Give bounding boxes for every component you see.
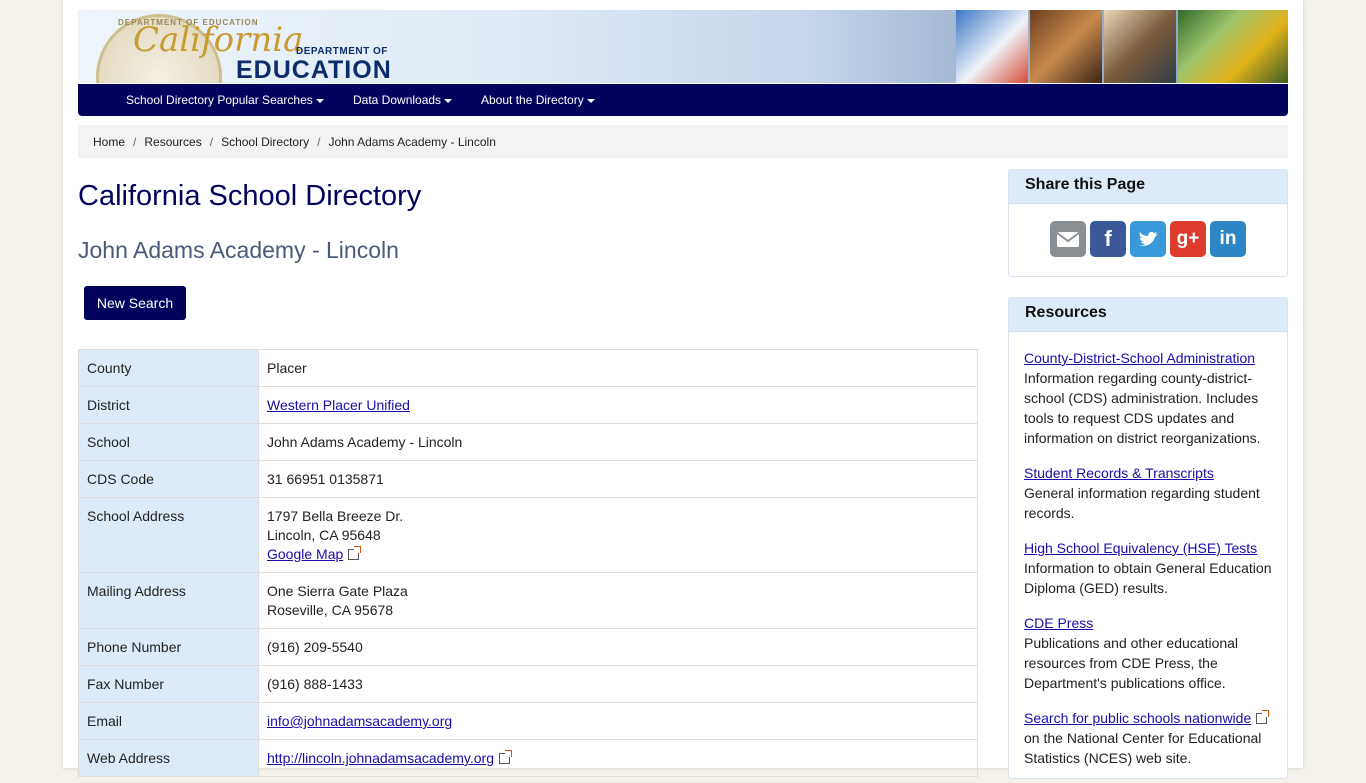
resource-description: Publications and other educational resou… — [1024, 635, 1239, 691]
school-label: School — [78, 423, 259, 461]
external-link-icon — [1256, 710, 1270, 724]
new-search-button[interactable]: New Search — [84, 286, 186, 320]
nav-popular-searches[interactable]: School Directory Popular Searches — [126, 93, 324, 107]
banner-photo-school-bus — [1178, 10, 1288, 83]
header-banner: DEPARTMENT OF EDUCATION California DEPAR… — [78, 10, 1288, 83]
resource-link-cde-press[interactable]: CDE Press — [1024, 615, 1093, 631]
main-nav: School Directory Popular Searches Data D… — [78, 84, 1288, 116]
email-label: Email — [78, 702, 259, 740]
breadcrumb-school-directory[interactable]: School Directory — [221, 135, 309, 149]
logo-california[interactable]: California — [133, 20, 303, 60]
county-label: County — [78, 349, 259, 387]
resource-link-cds-admin[interactable]: County-District-School Administration — [1024, 350, 1255, 366]
fax-value: (916) 888-1433 — [258, 665, 978, 703]
resource-description: General information regarding student re… — [1024, 485, 1260, 521]
school-value: John Adams Academy - Lincoln — [258, 423, 978, 461]
table-row: Email info@johnadamsacademy.org — [78, 702, 978, 740]
list-item: Search for public schools nationwide on … — [1024, 708, 1276, 768]
breadcrumb-separator: / — [209, 135, 214, 149]
mailing-address-label: Mailing Address — [78, 572, 259, 629]
nav-about-directory[interactable]: About the Directory — [481, 93, 595, 107]
logo-education[interactable]: EDUCATION — [236, 56, 392, 83]
list-item: CDE Press Publications and other educati… — [1024, 613, 1276, 693]
share-panel-header: Share this Page — [1009, 170, 1287, 204]
google-plus-icon[interactable]: g+ — [1170, 221, 1206, 257]
mailing-address-line1: One Sierra Gate Plaza — [267, 583, 408, 599]
breadcrumb: Home / Resources / School Directory / John Ada… — [78, 125, 1288, 158]
caret-down-icon — [315, 98, 324, 103]
page-container: DEPARTMENT OF EDUCATION California DEPAR… — [63, 0, 1303, 779]
facebook-icon[interactable]: f — [1090, 221, 1126, 257]
breadcrumb-resources[interactable]: Resources — [144, 135, 201, 149]
web-address-link[interactable]: http://lincoln.johnadamsacademy.org — [267, 750, 494, 766]
resource-link-nces-search[interactable]: Search for public schools nationwide — [1024, 710, 1251, 726]
school-address-label: School Address — [78, 497, 259, 573]
banner-photo-globe — [956, 10, 1028, 83]
school-address-line1: 1797 Bella Breeze Dr. — [267, 508, 404, 524]
resources-panel-header: Resources — [1009, 298, 1287, 332]
banner-photo-classroom — [1104, 10, 1176, 83]
caret-down-icon — [444, 98, 453, 103]
resource-link-hse-tests[interactable]: High School Equivalency (HSE) Tests — [1024, 540, 1257, 556]
breadcrumb-home[interactable]: Home — [93, 135, 125, 149]
resource-description: on the National Center for Educational S… — [1024, 730, 1262, 766]
school-address-line2: Lincoln, CA 95648 — [267, 527, 381, 543]
breadcrumb-separator: / — [317, 135, 321, 149]
nav-data-downloads[interactable]: Data Downloads — [353, 93, 453, 107]
resources-list: County-District-School Administration In… — [1024, 348, 1276, 783]
district-link[interactable]: Western Placer Unified — [267, 397, 410, 413]
cds-code-value: 31 66951 0135871 — [258, 460, 978, 498]
share-panel-title: Share this Page — [1025, 176, 1146, 193]
table-row: Phone Number (916) 209-5540 — [78, 628, 978, 666]
google-map-link[interactable]: Google Map — [267, 546, 343, 562]
resources-panel: Resources County-District-School Adminis… — [1008, 297, 1288, 779]
resource-description: Information regarding county-district-sc… — [1024, 370, 1261, 446]
school-name-heading: John Adams Academy - Lincoln — [78, 237, 399, 263]
fax-label: Fax Number — [78, 665, 259, 703]
web-address-label: Web Address — [78, 739, 259, 777]
email-cell: info@johnadamsacademy.org — [258, 702, 978, 740]
page-title: California School Directory — [78, 180, 422, 212]
nav-label: School Directory Popular Searches — [126, 93, 313, 107]
breadcrumb-current: John Adams Academy - Lincoln — [328, 135, 496, 149]
table-row: School Address 1797 Bella Breeze Dr. Lin… — [78, 497, 978, 573]
nav-label: About the Directory — [481, 93, 584, 107]
external-link-icon — [348, 546, 362, 560]
table-row: Mailing Address One Sierra Gate Plaza Ro… — [78, 572, 978, 629]
table-row: CDS Code 31 66951 0135871 — [78, 460, 978, 498]
table-row: School John Adams Academy - Lincoln — [78, 423, 978, 461]
school-address-cell: 1797 Bella Breeze Dr. Lincoln, CA 95648 … — [258, 497, 978, 573]
table-row: Web Address http://lincoln.johnadamsacad… — [78, 739, 978, 777]
resource-link-student-records[interactable]: Student Records & Transcripts — [1024, 465, 1214, 481]
nav-label: Data Downloads — [353, 93, 442, 107]
caret-down-icon — [586, 98, 595, 103]
table-row: District Western Placer Unified — [78, 386, 978, 424]
phone-value: (916) 209-5540 — [258, 628, 978, 666]
banner-photo-students — [1030, 10, 1102, 83]
table-row: Fax Number (916) 888-1433 — [78, 665, 978, 703]
external-link-icon — [498, 750, 512, 764]
list-item: County-District-School Administration In… — [1024, 348, 1276, 448]
twitter-icon[interactable] — [1130, 221, 1166, 257]
district-label: District — [78, 386, 259, 424]
mailing-address-line2: Roseville, CA 95678 — [267, 602, 394, 618]
web-address-cell: http://lincoln.johnadamsacademy.org — [258, 739, 978, 777]
cds-code-label: CDS Code — [78, 460, 259, 498]
list-item: High School Equivalency (HSE) Tests Info… — [1024, 538, 1276, 598]
mailing-address-cell: One Sierra Gate Plaza Roseville, CA 9567… — [258, 572, 978, 629]
district-cell: Western Placer Unified — [258, 386, 978, 424]
list-item: Student Records & Transcripts General in… — [1024, 463, 1276, 523]
county-value: Placer — [258, 349, 978, 387]
school-details-table: County Placer District Western Placer Un… — [78, 349, 978, 777]
table-row: County Placer — [78, 349, 978, 387]
phone-label: Phone Number — [78, 628, 259, 666]
resources-panel-title: Resources — [1025, 304, 1107, 321]
email-link[interactable]: info@johnadamsacademy.org — [267, 713, 452, 729]
linkedin-icon[interactable]: in — [1210, 221, 1246, 257]
breadcrumb-separator: / — [133, 135, 137, 149]
email-icon[interactable] — [1050, 221, 1086, 257]
share-panel: Share this Page f g+ in — [1008, 169, 1288, 277]
resource-description: Information to obtain General Education … — [1024, 560, 1272, 596]
